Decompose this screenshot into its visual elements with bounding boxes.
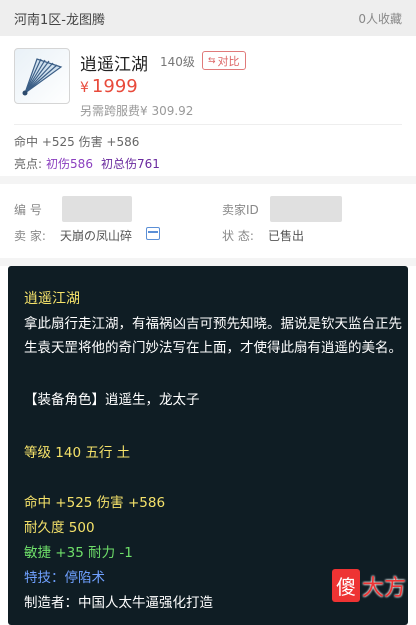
fan-icon: [22, 58, 63, 96]
redacted-seller-id: [270, 196, 342, 222]
item-level: 140级: [160, 55, 195, 69]
highlights: 亮点: 初伤586 初总伤761: [14, 155, 160, 172]
server-name: 河南1区-龙图腾: [14, 12, 105, 28]
serial-label: 编 号: [14, 203, 42, 217]
divider: [14, 124, 402, 125]
maker: 制造者：中国人太牛逼强化打造: [24, 595, 213, 611]
calendar-icon[interactable]: [146, 227, 160, 240]
top-bar: 河南1区-龙图腾 0人收藏: [0, 0, 416, 36]
favorites-count[interactable]: 0人收藏: [358, 10, 402, 27]
item-name: 逍遥江湖: [80, 55, 148, 75]
seller-id-label: 卖家ID: [222, 203, 259, 217]
highlight-label: 亮点:: [14, 157, 43, 171]
compare-label: 对比: [217, 54, 240, 68]
description-title: 逍遥江湖: [24, 291, 80, 307]
special-skill: 特技：停陷术: [24, 570, 105, 586]
item-price: ¥1999: [80, 76, 138, 97]
status-label: 状 态:: [222, 229, 254, 243]
description-text: 拿此扇行走江湖，有福祸凶吉可预先知晓。据说是钦天监台正先生袁天罡将他的奇门妙法写…: [24, 316, 402, 356]
highlight-tag: 初总伤761: [100, 157, 160, 171]
price-currency: ¥: [80, 80, 89, 96]
hit-damage: 命中 +525 伤害 +586: [24, 495, 166, 511]
seller-name[interactable]: 天崩の凤山碎: [60, 227, 132, 244]
status-value: 已售出: [268, 229, 305, 243]
item-thumbnail[interactable]: [14, 48, 70, 104]
durability: 耐久度 500: [24, 520, 95, 536]
price-value: 1999: [91, 76, 138, 97]
equip-role: 【装备角色】逍遥生，龙太子: [24, 392, 200, 408]
redacted-serial: [62, 196, 132, 222]
level-element: 等级 140 五行 土: [24, 445, 131, 461]
compare-icon: ⇆: [208, 55, 216, 66]
watermark-part2: 大方: [361, 575, 406, 601]
item-stats: 命中 +525 伤害 +586: [14, 135, 140, 149]
highlight-tag: 初伤586: [46, 157, 93, 171]
seller-label: 卖 家:: [14, 229, 46, 243]
watermark-logo: 傻 大方: [331, 569, 406, 602]
watermark-part1: 傻: [331, 569, 360, 602]
cross-server-fee: 另需跨服费¥ 309.92: [80, 104, 194, 118]
compare-button[interactable]: ⇆ 对比: [202, 51, 246, 70]
attribute-bonus: 敏捷 +35 耐力 -1: [24, 545, 133, 561]
trade-info: 编 号 卖家ID 卖 家: 天崩の凤山碎 状 态: 已售出: [0, 184, 416, 258]
item-card: 逍遥江湖 140级 ⇆ 对比 ¥1999 另需跨服费¥ 309.92 命中 +5…: [0, 36, 416, 176]
